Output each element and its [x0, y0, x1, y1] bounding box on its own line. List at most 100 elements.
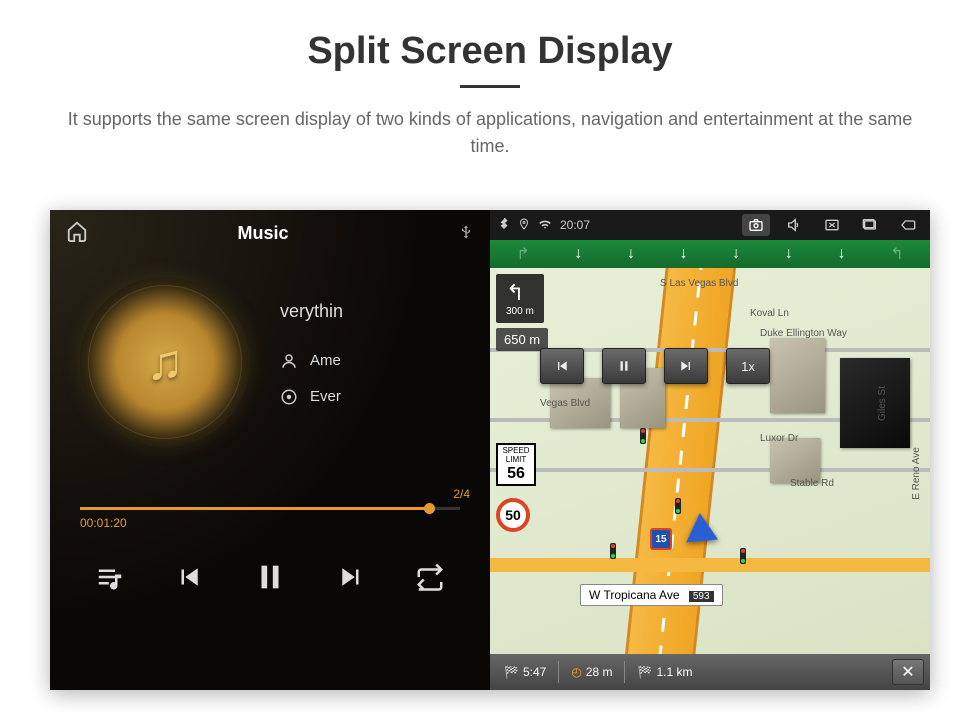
music-body: ♫ verythin Ame Ever	[50, 257, 490, 447]
close-app-button[interactable]	[818, 214, 846, 236]
bluetooth-icon	[498, 218, 510, 233]
street-label: Luxor Dr	[760, 433, 798, 444]
elapsed-time: 00:01:20	[50, 510, 490, 530]
street-label: Koval Ln	[750, 308, 789, 319]
status-time: 20:07	[560, 218, 590, 232]
progress-area: . 2/4	[50, 447, 490, 501]
overlay-next-button[interactable]	[664, 348, 708, 384]
nav-close-button[interactable]: ✕	[892, 659, 924, 685]
nav-bottom-bar: 🏁 5:47 ◴ 28 m 🏁 1.1 km ✕	[490, 654, 930, 690]
street-label: Giles St	[877, 386, 888, 421]
album-art[interactable]: ♫	[80, 277, 250, 447]
track-title: verythin	[280, 301, 343, 322]
turn-distance: 300 m	[506, 306, 534, 317]
lane-arrow-icon: ↱	[516, 244, 529, 264]
speed-limit-sign: SPEED LIMIT 56	[496, 443, 536, 486]
highway-shield: 15	[650, 528, 672, 550]
road-minor	[490, 468, 930, 472]
lane-arrow-icon: ↓	[838, 245, 846, 263]
gps-cursor-icon	[684, 512, 718, 543]
traffic-light-icon	[640, 428, 646, 444]
clock-icon: ◴	[571, 665, 581, 679]
separator	[558, 661, 559, 683]
lane-arrow-icon: ↓	[680, 245, 688, 263]
media-overlay-controls: 1x	[540, 348, 770, 384]
album-row: Ever	[280, 388, 343, 406]
track-counter: 2/4	[453, 487, 470, 501]
repeat-button[interactable]	[415, 562, 445, 597]
building	[770, 338, 825, 413]
distance-item: 🏁 1.1 km	[629, 665, 700, 679]
wifi-icon	[538, 217, 552, 234]
lane-arrow-icon: ↓	[627, 245, 635, 263]
duration-value: 28 m	[586, 665, 613, 679]
eta-item: 🏁 5:47	[496, 665, 554, 679]
turn-left-icon: ↰	[506, 280, 534, 306]
street-number: 593	[689, 591, 714, 602]
building	[770, 438, 820, 483]
progress-fill	[80, 507, 430, 510]
album-name: Ever	[310, 388, 341, 405]
lane-arrow-icon: ↓	[732, 245, 740, 263]
road-cross	[490, 558, 930, 572]
street-name: W Tropicana Ave	[589, 588, 680, 602]
lane-guidance: ↱ ↓ ↓ ↓ ↓ ↓ ↓ ↰	[490, 240, 930, 268]
separator	[624, 661, 625, 683]
turn-instruction: ↰ 300 m	[496, 274, 544, 323]
street-label: S Las Vegas Blvd	[660, 278, 738, 289]
flag-icon: 🏁	[504, 665, 519, 679]
playlist-button[interactable]	[95, 562, 125, 597]
nav-panel: 20:07 ↱	[490, 210, 930, 690]
flag-icon: 🏁	[637, 665, 652, 679]
progress-bar[interactable]	[80, 507, 460, 510]
split-screen-frame: Music ♫ verythin Ame Ever	[50, 210, 930, 690]
current-street-label: W Tropicana Ave 593	[580, 584, 723, 606]
artist-name: Ame	[310, 352, 341, 369]
volume-button[interactable]	[780, 214, 808, 236]
music-controls	[50, 530, 490, 599]
street-label: E Reno Ave	[911, 447, 922, 500]
page-subtitle: It supports the same screen display of t…	[50, 106, 930, 160]
screenshot-button[interactable]	[742, 214, 770, 236]
music-note-icon: ♫	[146, 333, 184, 391]
page-header: Split Screen Display It supports the sam…	[0, 0, 980, 180]
music-panel: Music ♫ verythin Ame Ever	[50, 210, 490, 690]
person-icon	[280, 352, 298, 370]
page-title: Split Screen Display	[20, 30, 960, 73]
music-app-label: Music	[92, 223, 434, 244]
distance-value: 1.1 km	[656, 665, 692, 679]
next-button[interactable]	[336, 562, 366, 597]
usb-icon[interactable]	[458, 224, 474, 243]
overlay-speed-button[interactable]: 1x	[726, 348, 770, 384]
track-info: verythin Ame Ever	[280, 301, 343, 424]
street-label: Stable Rd	[790, 478, 834, 489]
overlay-prev-button[interactable]	[540, 348, 584, 384]
street-label: Duke Ellington Way	[760, 328, 847, 339]
lane-arrow-icon: ↰	[890, 244, 903, 264]
location-icon	[518, 218, 530, 233]
speed-limit-label: LIMIT	[500, 456, 532, 465]
overlay-pause-button[interactable]	[602, 348, 646, 384]
music-topbar: Music	[50, 210, 490, 257]
traffic-light-icon	[740, 548, 746, 564]
lane-arrow-icon: ↓	[574, 245, 582, 263]
speed-limit-value: 56	[500, 465, 532, 483]
eta-value: 5:47	[523, 665, 546, 679]
status-bar: 20:07	[490, 210, 930, 240]
artist-row: Ame	[280, 352, 343, 370]
current-speed-badge: 50	[496, 498, 530, 532]
traffic-light-icon	[675, 498, 681, 514]
multitask-button[interactable]	[856, 214, 884, 236]
home-icon[interactable]	[66, 220, 88, 247]
map-area[interactable]: S Las Vegas Blvd Koval Ln Duke Ellington…	[490, 268, 930, 654]
pause-button[interactable]	[253, 560, 287, 599]
street-label: Vegas Blvd	[540, 398, 590, 409]
prev-button[interactable]	[174, 562, 204, 597]
duration-item: ◴ 28 m	[563, 665, 620, 679]
back-button[interactable]	[894, 214, 922, 236]
traffic-light-icon	[610, 543, 616, 559]
lane-arrow-icon: ↓	[785, 245, 793, 263]
building	[840, 358, 910, 448]
disc-icon	[280, 388, 298, 406]
title-underline	[460, 85, 520, 88]
